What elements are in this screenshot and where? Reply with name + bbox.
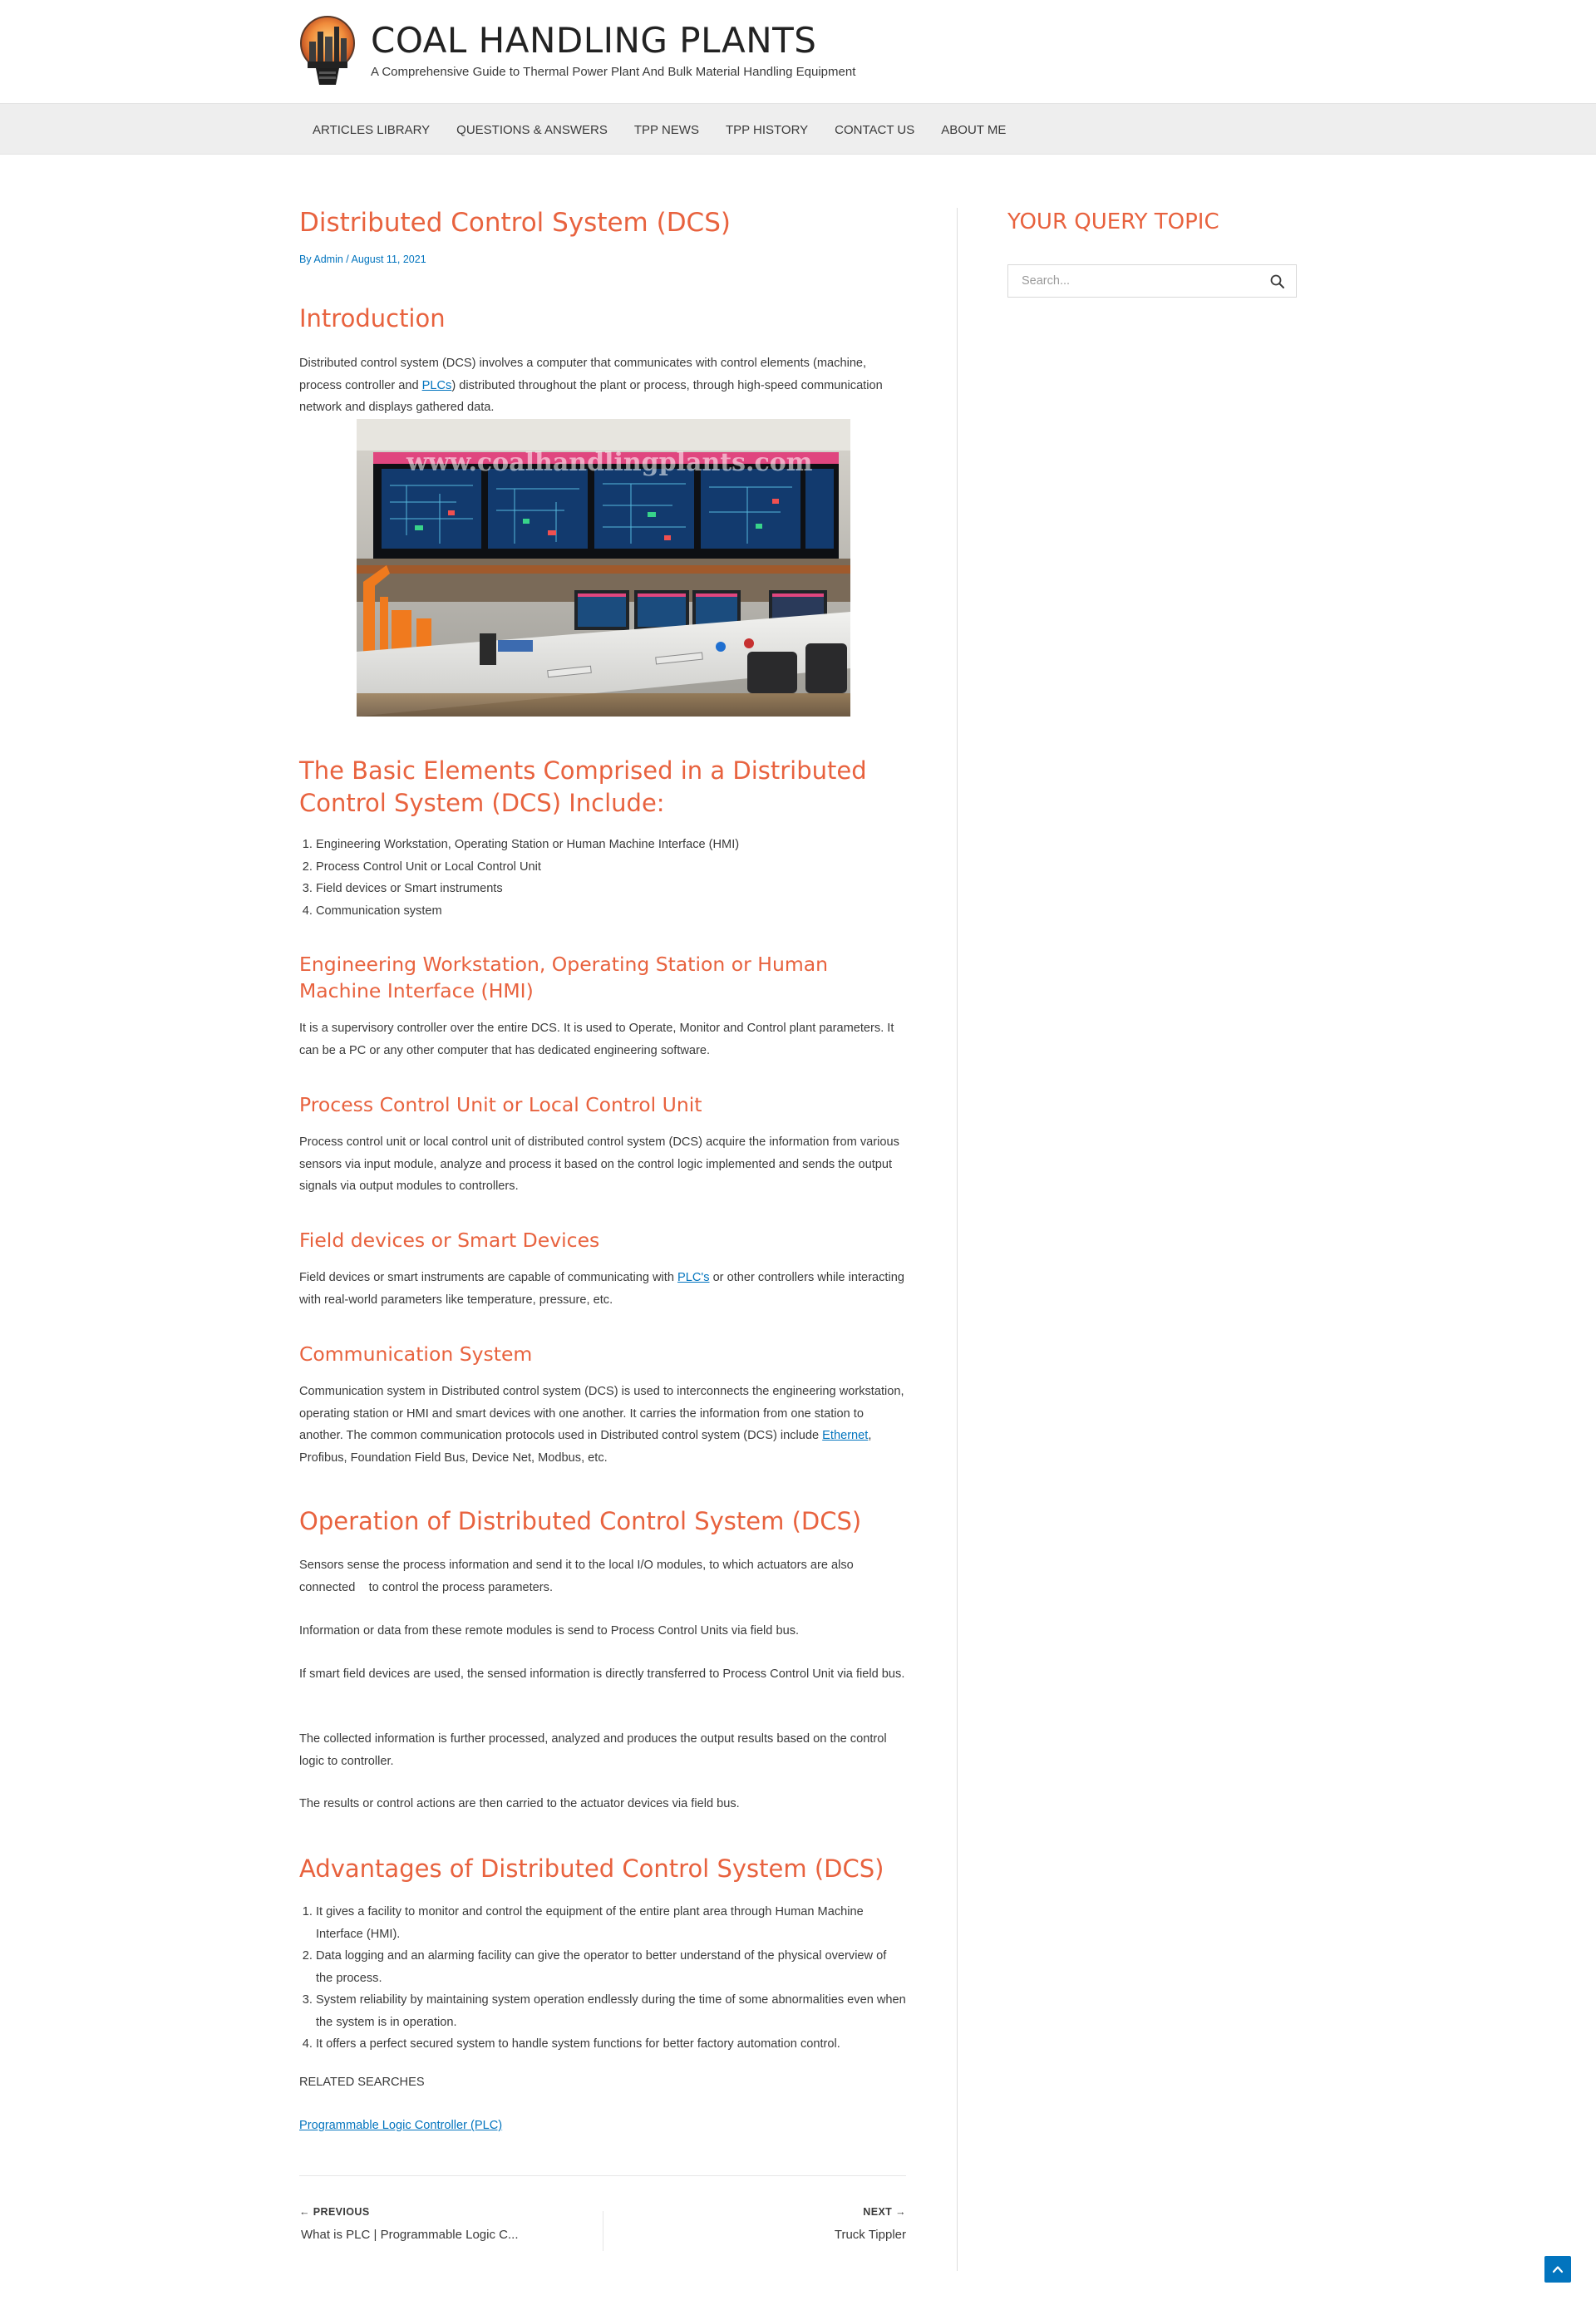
list-item: Data logging and an alarming facility ca… — [316, 1945, 906, 1989]
heading-hmi: Engineering Workstation, Operating Stati… — [299, 953, 829, 1002]
meta-author-link[interactable]: Admin — [313, 254, 342, 265]
main-navigation: ARTICLES LIBRARY QUESTIONS & ANSWERS TPP… — [0, 103, 1596, 155]
nav-item-about-me[interactable]: ABOUT ME — [928, 104, 1019, 155]
plcs-link[interactable]: PLCs — [422, 379, 452, 392]
operation-paragraph-4: The collected information is further pro… — [299, 1732, 887, 1768]
meta-separator: / — [342, 254, 352, 265]
communication-paragraph: Communication system in Distributed cont… — [299, 1381, 906, 1469]
site-title[interactable]: COAL HANDLING PLANTS — [371, 20, 816, 61]
operation-paragraph-2: Information or data from these remote mo… — [299, 1624, 800, 1638]
related-searches-label: RELATED SEARCHES — [299, 2076, 425, 2089]
related-plc-link[interactable]: Programmable Logic Controller (PLC) — [299, 2119, 502, 2132]
ethernet-link[interactable]: Ethernet — [822, 1429, 868, 1442]
widget-title: YOUR QUERY TOPIC — [1007, 209, 1219, 234]
hmi-paragraph: It is a supervisory controller over the … — [299, 1022, 894, 1057]
control-room-photo: www.coalhandlingplants.com — [357, 419, 850, 717]
post-nav-divider — [299, 2175, 906, 2176]
pcu-paragraph: Process control unit or local control un… — [299, 1135, 899, 1193]
list-item: Engineering Workstation, Operating Stati… — [316, 834, 906, 856]
heading-field-devices: Field devices or Smart Devices — [299, 1229, 600, 1252]
article-title: Distributed Control System (DCS) — [299, 208, 731, 238]
next-post-label[interactable]: NEXT → — [863, 2206, 906, 2218]
nav-item-questions-answers[interactable]: QUESTIONS & ANSWERS — [443, 104, 621, 155]
site-tagline: A Comprehensive Guide to Thermal Power P… — [371, 65, 856, 79]
sidebar-divider — [957, 208, 958, 2271]
nav-item-tpp-history[interactable]: TPP HISTORY — [712, 104, 821, 155]
list-item: System reliability by maintaining system… — [316, 1989, 906, 2033]
arrow-left-icon: ← — [299, 2206, 313, 2218]
scroll-to-top-button[interactable] — [1544, 2256, 1571, 2283]
list-item: Field devices or Smart instruments — [316, 878, 906, 900]
search-form — [1007, 264, 1297, 298]
previous-post-link[interactable]: What is PLC | Programmable Logic C... — [301, 2228, 519, 2242]
search-icon[interactable] — [1269, 273, 1286, 290]
list-item: It offers a perfect secured system to ha… — [316, 2033, 906, 2056]
operation-paragraph-1: Sensors sense the process information an… — [299, 1559, 857, 1594]
intro-paragraph: Distributed control system (DCS) involve… — [299, 352, 906, 419]
meta-by: By — [299, 254, 314, 265]
list-item: Communication system — [316, 900, 906, 923]
site-header: COAL HANDLING PLANTS A Comprehensive Gui… — [0, 0, 1596, 103]
plc-link[interactable]: PLC's — [677, 1271, 709, 1284]
image-watermark: www.coalhandlingplants.com — [406, 448, 813, 477]
heading-basic-elements: The Basic Elements Comprised in a Distri… — [299, 756, 867, 817]
nav-item-contact-us[interactable]: CONTACT US — [821, 104, 928, 155]
heading-communication-system: Communication System — [299, 1342, 533, 1366]
chevron-up-icon — [1552, 2266, 1564, 2273]
basic-elements-list: Engineering Workstation, Operating Stati… — [299, 834, 906, 922]
field-text-pre: Field devices or smart instruments are c… — [299, 1271, 678, 1284]
list-item: It gives a facility to monitor and contr… — [316, 1901, 906, 1945]
field-devices-paragraph: Field devices or smart instruments are c… — [299, 1267, 906, 1311]
article-meta: By Admin / August 11, 2021 — [299, 254, 426, 265]
previous-post-label[interactable]: ← PREVIOUS — [299, 2206, 370, 2218]
heading-advantages: Advantages of Distributed Control System… — [299, 1854, 884, 1883]
heading-process-control-unit: Process Control Unit or Local Control Un… — [299, 1093, 702, 1116]
heading-introduction: Introduction — [299, 304, 446, 332]
nav-item-tpp-news[interactable]: TPP NEWS — [621, 104, 712, 155]
search-input[interactable] — [1008, 265, 1258, 297]
heading-operation: Operation of Distributed Control System … — [299, 1507, 862, 1535]
operation-paragraph-3: If smart field devices are used, the sen… — [299, 1667, 905, 1681]
next-post-link[interactable]: Truck Tippler — [835, 2228, 906, 2242]
site-logo[interactable] — [299, 13, 356, 88]
meta-date-link[interactable]: August 11, 2021 — [352, 254, 426, 265]
list-item: Process Control Unit or Local Control Un… — [316, 856, 906, 879]
operation-paragraph-5: The results or control actions are then … — [299, 1797, 740, 1810]
advantages-list: It gives a facility to monitor and contr… — [299, 1901, 906, 2056]
nav-item-articles-library[interactable]: ARTICLES LIBRARY — [299, 104, 443, 155]
arrow-right-icon: → — [892, 2206, 906, 2218]
comm-text-pre: Communication system in Distributed cont… — [299, 1385, 904, 1442]
